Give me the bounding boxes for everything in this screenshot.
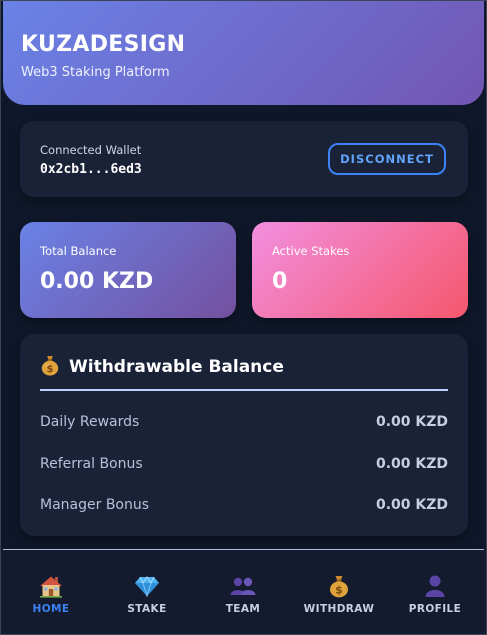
- balance-row-daily-rewards: Daily Rewards 0.00 KZD: [40, 411, 448, 433]
- nav-label-team: TEAM: [225, 603, 261, 615]
- balance-row-value: 0.00 KZD: [375, 456, 448, 472]
- app-screen: KUZADESIGN Web3 Staking Platform Connect…: [0, 0, 487, 635]
- total-balance-value: 0.00 KZD: [40, 269, 154, 294]
- withdrawable-divider: [40, 389, 448, 391]
- wallet-address: 0x2cb1...6ed3: [40, 162, 142, 177]
- withdrawable-balance-card: $ Withdrawable Balance Daily Rewards 0.0…: [20, 334, 468, 536]
- wallet-label: Connected Wallet: [40, 143, 142, 157]
- nav-item-profile[interactable]: PROFILE: [395, 572, 475, 615]
- wallet-card: Connected Wallet 0x2cb1...6ed3 DISCONNEC…: [20, 121, 468, 197]
- user-icon: [424, 572, 446, 600]
- balance-row-label: Daily Rewards: [40, 414, 140, 430]
- total-balance-card: Total Balance 0.00 KZD: [20, 222, 236, 318]
- app-header: KUZADESIGN Web3 Staking Platform: [3, 1, 484, 105]
- nav-label-profile: PROFILE: [408, 603, 462, 615]
- brand-title: KUZADESIGN: [21, 32, 186, 57]
- balance-row-label: Referral Bonus: [40, 456, 143, 472]
- brand-tagline: Web3 Staking Platform: [21, 65, 170, 80]
- money-bag-icon: $: [328, 572, 350, 600]
- withdrawable-title: Withdrawable Balance: [69, 357, 284, 377]
- house-icon: [38, 572, 64, 600]
- withdrawable-header: $ Withdrawable Balance: [40, 354, 284, 380]
- svg-text:$: $: [335, 584, 343, 597]
- balance-row-value: 0.00 KZD: [375, 414, 448, 430]
- disconnect-button[interactable]: DISCONNECT: [328, 143, 446, 175]
- gem-icon: [134, 572, 160, 600]
- balance-row-referral-bonus: Referral Bonus 0.00 KZD: [40, 453, 448, 475]
- money-bag-icon: $: [40, 354, 60, 380]
- active-stakes-value: 0: [272, 269, 288, 294]
- nav-label-withdraw: WITHDRAW: [303, 603, 375, 615]
- active-stakes-card: Active Stakes 0: [252, 222, 468, 318]
- bottom-nav: HOME STAKE TEAM $ WITHDRAW PROFILE: [1, 550, 486, 634]
- nav-label-home: HOME: [32, 603, 70, 615]
- balance-row-value: 0.00 KZD: [375, 497, 448, 513]
- nav-item-stake[interactable]: STAKE: [107, 572, 187, 615]
- balance-row-label: Manager Bonus: [40, 497, 150, 513]
- nav-item-home[interactable]: HOME: [11, 572, 91, 615]
- nav-label-stake: STAKE: [127, 603, 167, 615]
- nav-item-withdraw[interactable]: $ WITHDRAW: [299, 572, 379, 615]
- total-balance-label: Total Balance: [40, 244, 117, 258]
- balance-row-manager-bonus: Manager Bonus 0.00 KZD: [40, 494, 448, 516]
- nav-item-team[interactable]: TEAM: [203, 572, 283, 615]
- svg-text:$: $: [47, 364, 54, 375]
- active-stakes-label: Active Stakes: [272, 244, 350, 258]
- team-icon: [229, 572, 257, 600]
